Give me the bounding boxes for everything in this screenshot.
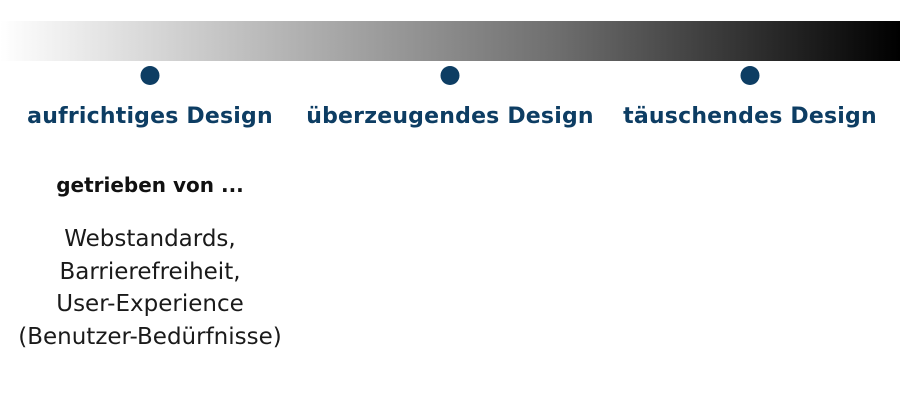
driven-by-heading: getrieben von ... [56, 173, 244, 197]
marker-dot-deceptive [740, 66, 760, 85]
marker-dot-persuasive [440, 66, 460, 85]
design-spectrum-gradient-bar [0, 21, 900, 61]
label-honest-design: aufrichtiges Design [27, 104, 273, 129]
label-deceptive-design: täuschendes Design [623, 104, 877, 129]
marker-dot-honest [140, 66, 160, 85]
driven-by-item: Barrierefreiheit, [59, 258, 241, 285]
driven-by-item: Webstandards, [64, 226, 236, 252]
driven-by-item: (Benutzer-Bedürfnisse) [18, 323, 282, 350]
driven-by-list: Webstandards, Barrierefreiheit, User-Exp… [0, 223, 300, 353]
driven-by-item: User-Experience [56, 291, 244, 317]
label-persuasive-design: überzeugendes Design [306, 104, 594, 129]
